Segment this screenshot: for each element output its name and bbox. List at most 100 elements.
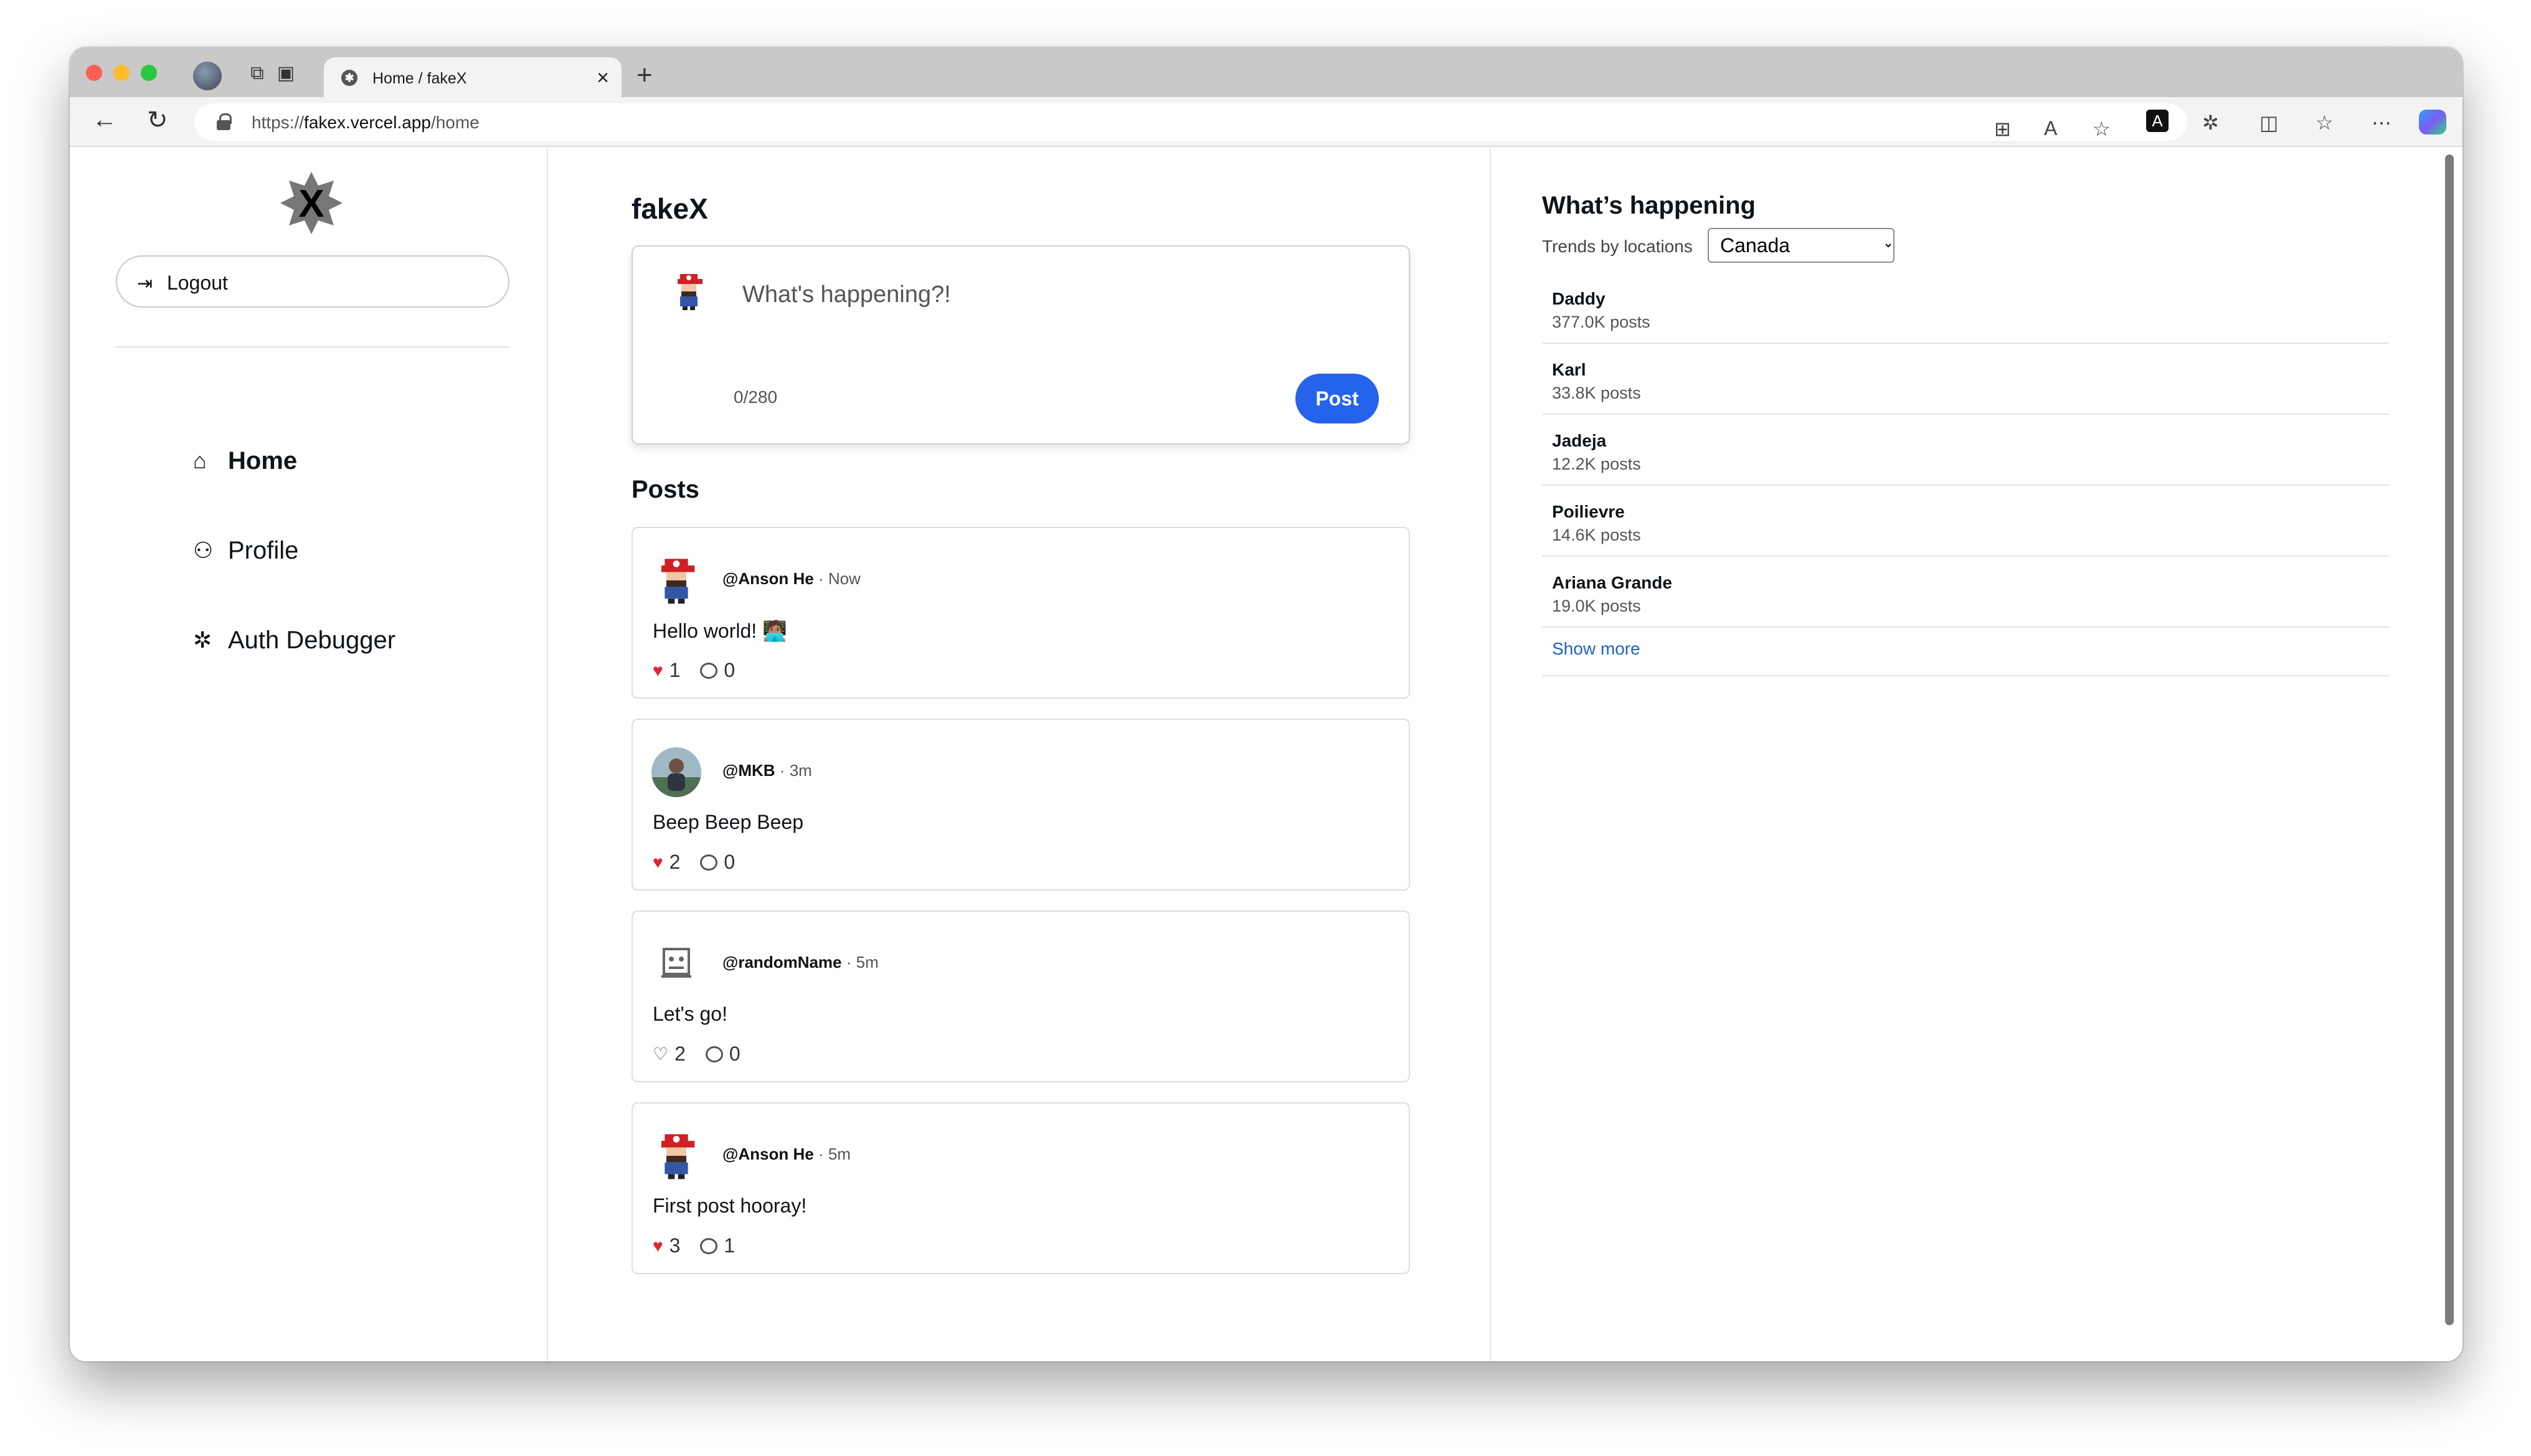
- fakex-favicon-icon: ✱: [341, 70, 357, 86]
- compose-input[interactable]: What's happening?!: [742, 281, 951, 308]
- like-count: 3: [669, 1234, 681, 1257]
- post-avatar: [661, 559, 695, 604]
- trends-location-label: Trends by locations: [1542, 237, 1693, 256]
- post-handle[interactable]: @randomName: [722, 953, 842, 971]
- post-handle[interactable]: @Anson He: [722, 1145, 814, 1163]
- post-composer: What's happening?! 0/280 Post: [632, 245, 1410, 445]
- address-bar[interactable]: https://fakex.vercel.app/home ⊞ A ☆: [194, 103, 2187, 141]
- copilot-icon[interactable]: [2419, 110, 2446, 135]
- tab-close-icon[interactable]: ×: [597, 66, 609, 90]
- post-button[interactable]: Post: [1295, 374, 1379, 423]
- trend-item[interactable]: Jadeja 12.2K posts: [1542, 415, 2389, 486]
- comment-count: 0: [724, 851, 736, 873]
- tab-home[interactable]: ✱ Home / fakeX ×: [324, 57, 622, 97]
- vertical-tabs-icon[interactable]: ▣: [275, 64, 296, 83]
- sidebar-item-label: Profile: [228, 536, 299, 564]
- back-icon[interactable]: ←: [92, 106, 117, 134]
- post-card[interactable]: @Anson He · Now Hello world! 🧑🏽‍💻 ♥ 1 0: [632, 527, 1410, 699]
- trend-item[interactable]: Poilievre 14.6K posts: [1542, 486, 2389, 557]
- browser-profile-avatar[interactable]: [193, 62, 222, 90]
- comment-count: 1: [724, 1234, 736, 1257]
- main-feed: fakeX What's happening?! 0/280 Post Post…: [548, 148, 1491, 1361]
- post-avatar: [651, 939, 701, 989]
- trend-name: Ariana Grande: [1552, 573, 1672, 592]
- trend-name: Poilievre: [1552, 502, 1625, 521]
- comment-icon[interactable]: [700, 662, 718, 679]
- url-text: https://fakex.vercel.app/home: [252, 113, 480, 132]
- extensions-puzzle-icon[interactable]: ✲: [2202, 111, 2219, 135]
- tab-title: Home / fakeX: [372, 70, 467, 87]
- minimize-window-button[interactable]: [113, 65, 130, 81]
- trends-title: What’s happening: [1542, 192, 1756, 219]
- like-heart-icon[interactable]: ♥: [653, 853, 663, 872]
- post-card[interactable]: @Anson He · 5m First post hooray! ♥ 3 1: [632, 1102, 1410, 1274]
- trend-name: Jadeja: [1552, 431, 1607, 450]
- like-heart-icon[interactable]: ♥: [653, 661, 663, 681]
- trend-count: 377.0K posts: [1552, 313, 1650, 331]
- post-avatar: [651, 747, 701, 797]
- tab-bar: ⧉ ▣ ✱ Home / fakeX × +: [70, 47, 2462, 97]
- extension-a-icon[interactable]: A: [2146, 110, 2169, 132]
- trend-count: 14.6K posts: [1552, 526, 1641, 544]
- svg-text:X: X: [298, 182, 324, 225]
- sidebar-item-profile[interactable]: ⚇ Profile: [193, 532, 298, 569]
- post-meta: @MKB · 3m: [722, 761, 812, 780]
- left-sidebar: X ⇥ Logout ⌂ Home ⚇ Profile ✲ Auth Debug…: [75, 148, 548, 1361]
- app-available-icon[interactable]: ⊞: [1994, 117, 2011, 141]
- comment-icon[interactable]: [705, 1046, 723, 1062]
- composer-avatar: [678, 274, 703, 310]
- post-text: Beep Beep Beep: [653, 811, 803, 833]
- trend-count: 33.8K posts: [1552, 384, 1641, 402]
- like-heart-icon[interactable]: ♥: [653, 1236, 663, 1256]
- new-tab-button[interactable]: +: [636, 60, 653, 91]
- bug-icon: ✲: [193, 627, 212, 653]
- browser-window: ⧉ ▣ ✱ Home / fakeX × + ← ↻ https://fakex…: [70, 47, 2462, 1361]
- post-meta: @Anson He · Now: [722, 569, 861, 588]
- refresh-icon[interactable]: ↻: [147, 106, 168, 135]
- maximize-window-button[interactable]: [141, 65, 157, 81]
- logout-button[interactable]: ⇥ Logout: [116, 255, 509, 308]
- post-time: 5m: [856, 953, 879, 971]
- trend-item[interactable]: Daddy 377.0K posts: [1542, 273, 2389, 344]
- like-count: 2: [669, 851, 681, 873]
- read-aloud-icon[interactable]: A: [2044, 117, 2057, 140]
- comment-icon[interactable]: [700, 854, 718, 871]
- location-select[interactable]: Canada: [1708, 228, 1895, 263]
- lock-icon: [217, 113, 232, 130]
- split-screen-icon[interactable]: ◫: [2259, 111, 2278, 135]
- browser-toolbar: ← ↻ https://fakex.vercel.app/home ⊞ A ☆ …: [70, 97, 2462, 147]
- post-handle[interactable]: @MKB: [722, 761, 775, 780]
- user-icon: ⚇: [193, 537, 214, 563]
- post-handle[interactable]: @Anson He: [722, 569, 814, 588]
- trend-item[interactable]: Ariana Grande 19.0K posts: [1542, 557, 2389, 628]
- trend-name: Daddy: [1552, 289, 1606, 308]
- more-menu-icon[interactable]: ⋯: [2372, 111, 2391, 135]
- comment-count: 0: [729, 1042, 740, 1065]
- like-heart-icon[interactable]: ♡: [653, 1044, 668, 1064]
- comment-icon[interactable]: [700, 1237, 718, 1254]
- trend-item[interactable]: Karl 33.8K posts: [1542, 344, 2389, 415]
- post-actions: ♥ 3 1: [653, 1234, 735, 1257]
- fakex-logo-icon[interactable]: X: [280, 172, 343, 234]
- trend-name: Karl: [1552, 360, 1586, 379]
- favorites-icon[interactable]: ☆: [2316, 111, 2334, 135]
- favorite-star-icon[interactable]: ☆: [2093, 117, 2111, 141]
- post-text: Hello world! 🧑🏽‍💻: [653, 620, 787, 642]
- sidebar-item-auth-debugger[interactable]: ✲ Auth Debugger: [193, 622, 395, 659]
- show-more-link[interactable]: Show more: [1552, 639, 1640, 659]
- trend-count: 19.0K posts: [1552, 597, 1641, 615]
- post-actions: ♥ 2 0: [653, 851, 735, 874]
- trends-panel: What’s happening Trends by locations Can…: [1491, 148, 2441, 1361]
- post-card[interactable]: @randomName · 5m Let's go! ♡ 2 0: [632, 910, 1410, 1082]
- post-meta: @randomName · 5m: [722, 953, 879, 971]
- close-window-button[interactable]: [86, 65, 102, 81]
- post-text: Let's go!: [653, 1003, 727, 1025]
- comment-count: 0: [724, 659, 736, 681]
- post-time: 5m: [828, 1145, 851, 1163]
- post-card[interactable]: @MKB · 3m Beep Beep Beep ♥ 2 0: [632, 719, 1410, 891]
- post-avatar: [661, 1134, 695, 1179]
- page-scrollbar[interactable]: [2445, 154, 2454, 1325]
- like-count: 2: [674, 1042, 686, 1065]
- workspaces-icon[interactable]: ⧉: [247, 64, 268, 83]
- sidebar-item-home[interactable]: ⌂ Home: [193, 442, 297, 480]
